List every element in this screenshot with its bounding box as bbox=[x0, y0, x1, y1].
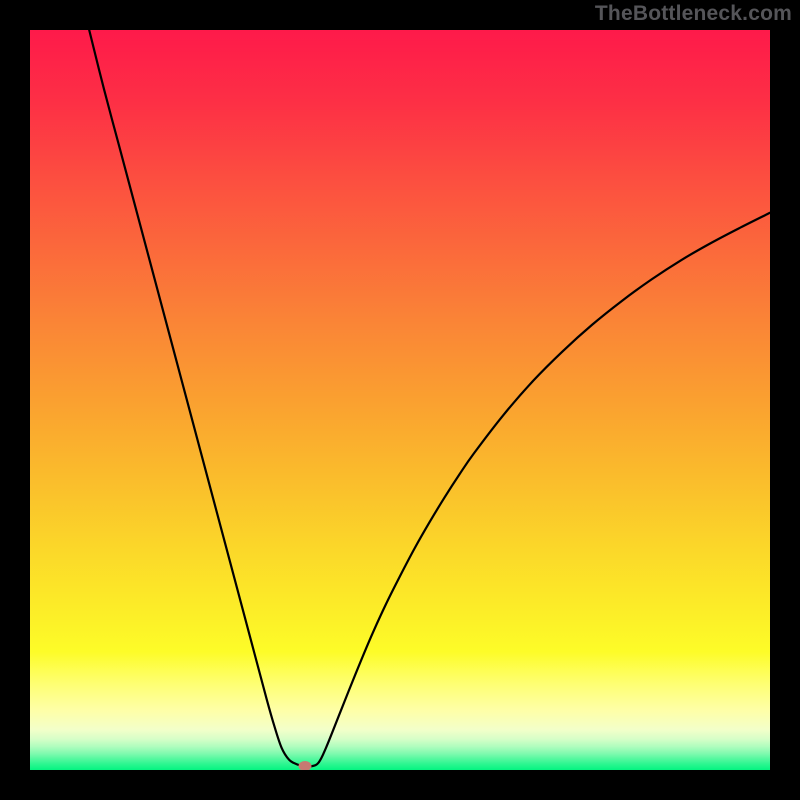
chart-container: TheBottleneck.com bbox=[0, 0, 800, 800]
attribution-text: TheBottleneck.com bbox=[595, 2, 792, 26]
bottleneck-curve bbox=[30, 30, 770, 770]
plot-area bbox=[30, 30, 770, 770]
optimum-marker bbox=[299, 761, 312, 770]
